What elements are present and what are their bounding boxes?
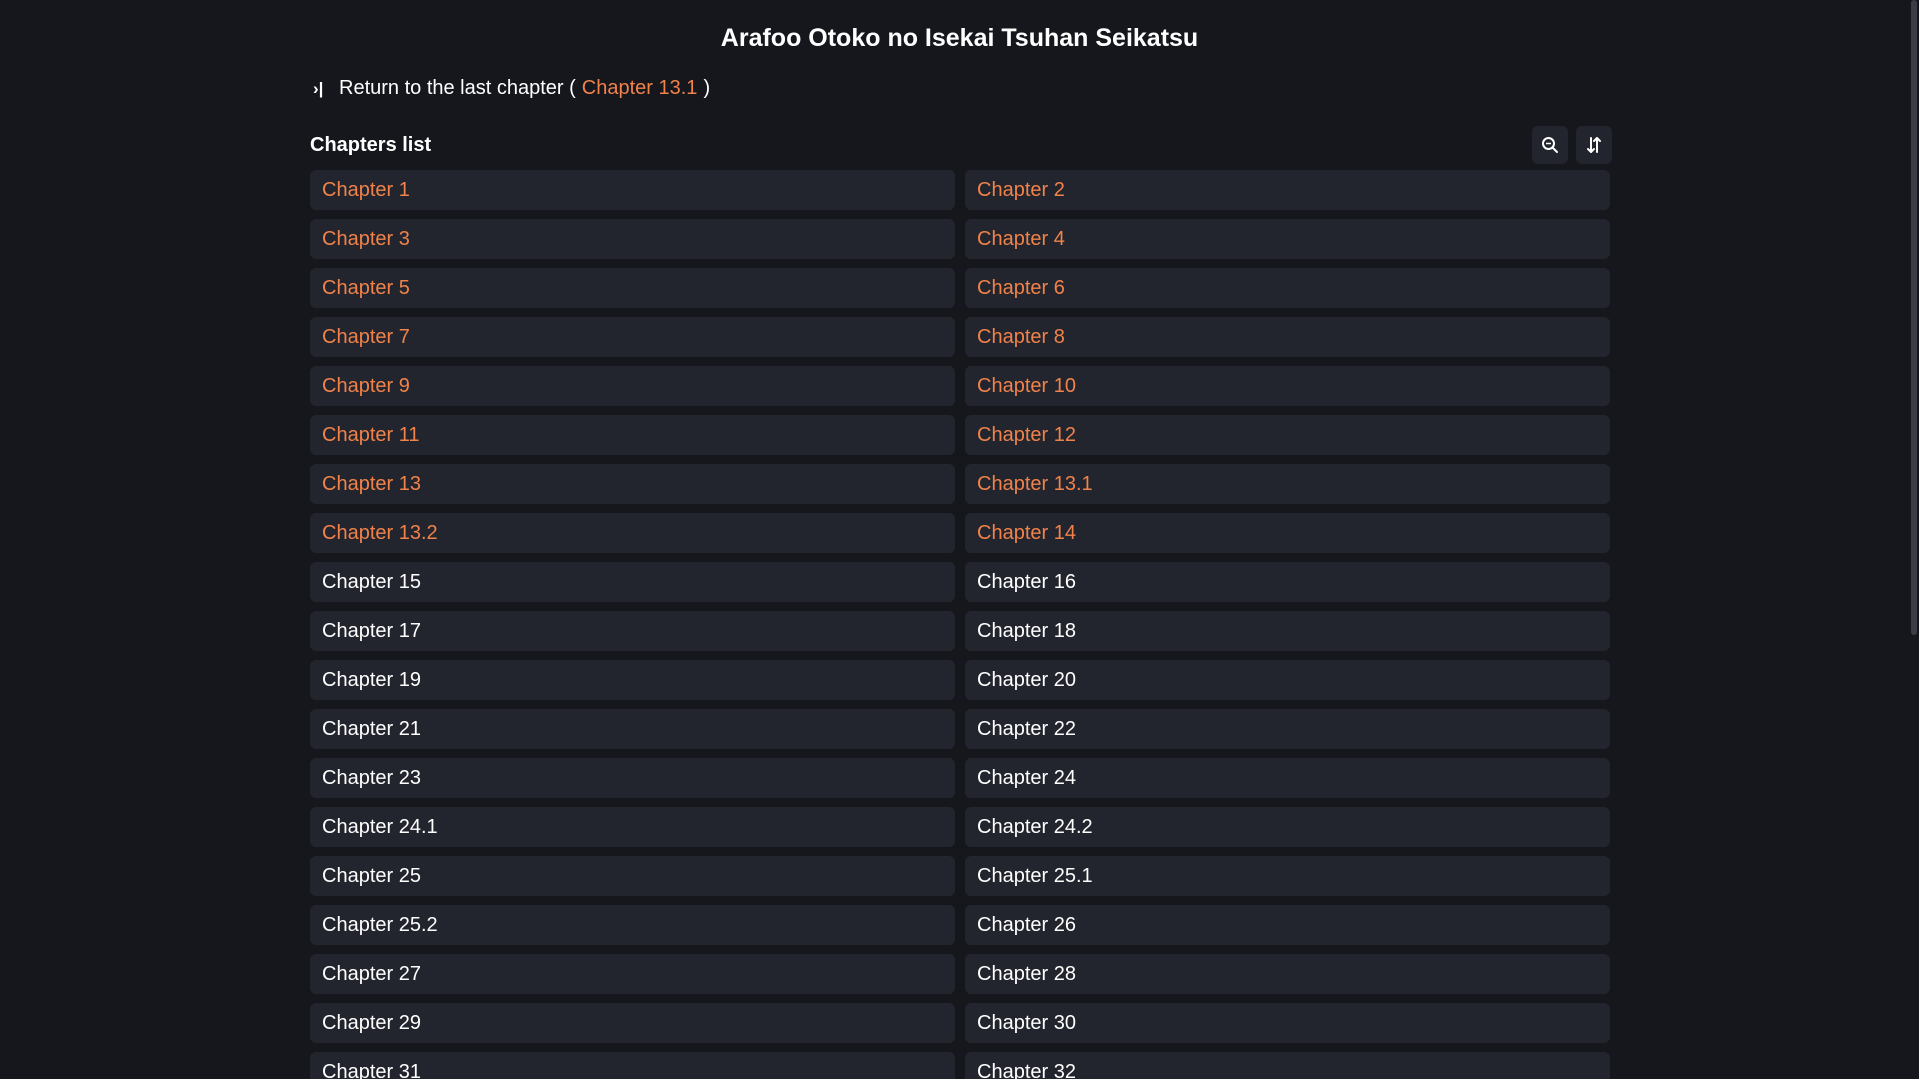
chapter-item[interactable]: Chapter 6	[965, 268, 1610, 308]
chapter-item[interactable]: Chapter 30	[965, 1003, 1610, 1043]
chapters-grid: Chapter 1 Chapter 2 Chapter 3 Chapter 4 Chap…	[310, 170, 1610, 1079]
chapter-item[interactable]: Chapter 18	[965, 611, 1610, 651]
chapter-item[interactable]: Chapter 20	[965, 660, 1610, 700]
chapter-item[interactable]: Chapter 13.1	[965, 464, 1610, 504]
chapter-item[interactable]: Chapter 13.2	[310, 513, 955, 553]
chapter-item[interactable]: Chapter 23	[310, 758, 955, 798]
chapter-item[interactable]: Chapter 22	[965, 709, 1610, 749]
chapter-item[interactable]: Chapter 24.2	[965, 807, 1610, 847]
manga-title: Arafoo Otoko no Isekai Tsuhan Seikatsu	[720, 24, 1199, 52]
search-chapters-button[interactable]	[1532, 126, 1568, 164]
chapter-item[interactable]: Chapter 28	[965, 954, 1610, 994]
page: Arafoo Otoko no Isekai Tsuhan Seikatsu ›…	[0, 0, 1919, 1079]
chapter-item[interactable]: Chapter 7	[310, 317, 955, 357]
chapters-list-title: Chapters list	[310, 134, 432, 156]
chapter-item[interactable]: Chapter 10	[965, 366, 1610, 406]
sort-icon	[1587, 137, 1601, 153]
chapter-item[interactable]: Chapter 13	[310, 464, 955, 504]
chapter-item[interactable]: Chapter 2	[965, 170, 1610, 210]
chapters-list-header: Chapters list	[310, 126, 1612, 166]
chapter-item[interactable]: Chapter 21	[310, 709, 955, 749]
skip-forward-icon: ›|	[313, 78, 324, 98]
chapter-item[interactable]: Chapter 24.1	[310, 807, 955, 847]
scrollbar[interactable]	[1907, 0, 1919, 1079]
scrollbar-thumb[interactable]	[1911, 0, 1917, 635]
chapter-item[interactable]: Chapter 25.1	[965, 856, 1610, 896]
chapter-item[interactable]: Chapter 31	[310, 1052, 955, 1079]
chapter-item[interactable]: Chapter 19	[310, 660, 955, 700]
last-chapter-link[interactable]: Chapter 13.1	[582, 77, 698, 100]
chapter-item[interactable]: Chapter 11	[310, 415, 955, 455]
chapter-item[interactable]: Chapter 5	[310, 268, 955, 308]
chapter-item[interactable]: Chapter 8	[965, 317, 1610, 357]
chapter-item[interactable]: Chapter 16	[965, 562, 1610, 602]
chapter-item[interactable]: Chapter 9	[310, 366, 955, 406]
chapter-item[interactable]: Chapter 29	[310, 1003, 955, 1043]
chapter-item[interactable]: Chapter 4	[965, 219, 1610, 259]
chapter-item[interactable]: Chapter 17	[310, 611, 955, 651]
chapter-item[interactable]: Chapter 15	[310, 562, 955, 602]
chapter-item[interactable]: Chapter 3	[310, 219, 955, 259]
chapter-item[interactable]: Chapter 12	[965, 415, 1610, 455]
return-prefix: Return to the last chapter (	[339, 76, 576, 99]
chapter-item[interactable]: Chapter 25	[310, 856, 955, 896]
chapter-item[interactable]: Chapter 24	[965, 758, 1610, 798]
chapter-item[interactable]: Chapter 25.2	[310, 905, 955, 945]
return-suffix: )	[703, 76, 711, 99]
return-to-last-chapter: ›| Return to the last chapter ( Chapter …	[313, 72, 710, 104]
search-icon	[1542, 137, 1558, 153]
chapter-item[interactable]: Chapter 1	[310, 170, 955, 210]
chapter-item[interactable]: Chapter 26	[965, 905, 1610, 945]
sort-chapters-button[interactable]	[1576, 126, 1612, 164]
chapter-item[interactable]: Chapter 27	[310, 954, 955, 994]
chapter-item[interactable]: Chapter 32	[965, 1052, 1610, 1079]
chapter-item[interactable]: Chapter 14	[965, 513, 1610, 553]
